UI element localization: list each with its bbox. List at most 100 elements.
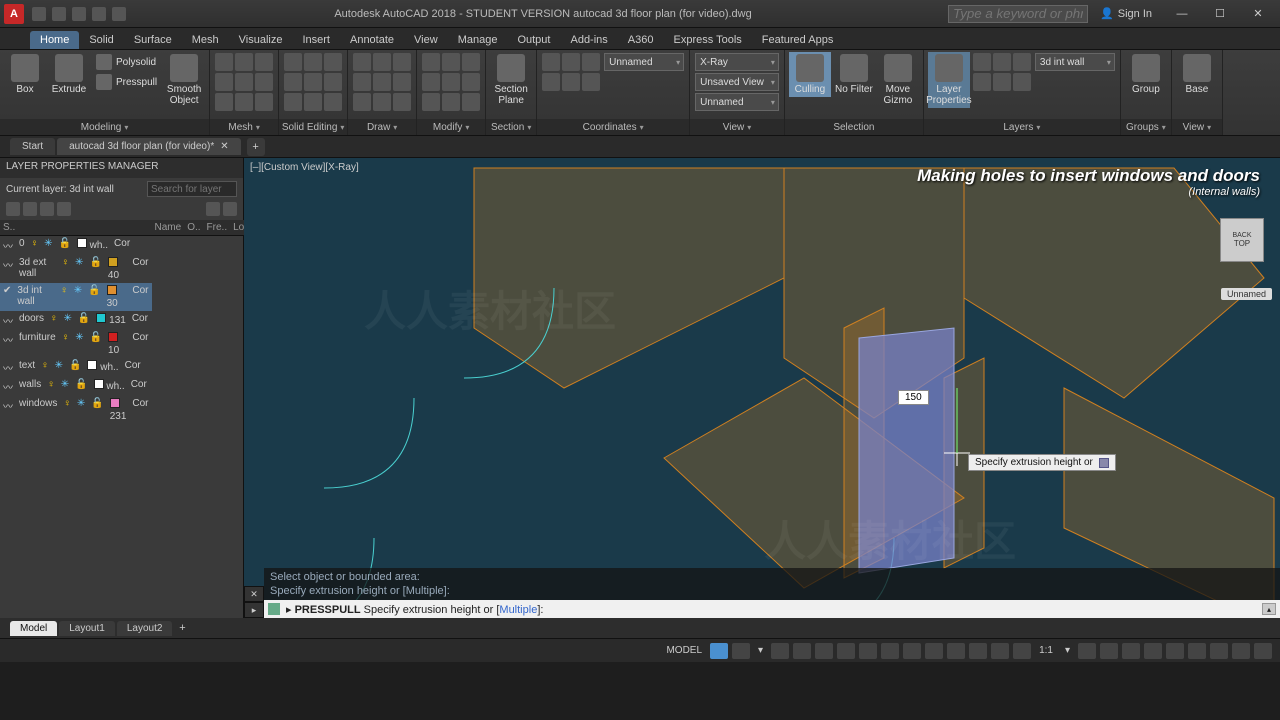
new-doc-button[interactable]: + (247, 138, 265, 156)
tool-icon[interactable] (422, 73, 440, 91)
dropdown-unnamed[interactable]: Unnamed (695, 93, 779, 111)
tool-icon[interactable] (442, 93, 460, 111)
tool-icon[interactable] (215, 53, 233, 71)
layer-row[interactable]: 〰furniture♀✳🔓 10Cor (0, 330, 152, 358)
viewcube[interactable]: BACK TOP (1220, 218, 1264, 262)
status-lwt-icon[interactable] (903, 643, 921, 659)
tool-icon[interactable] (462, 93, 480, 111)
tool-icon[interactable] (973, 53, 991, 71)
tooltip-options-icon[interactable] (1099, 458, 1109, 468)
layer-color[interactable]: wh.. (91, 377, 128, 396)
status-clean-icon[interactable] (1232, 643, 1250, 659)
layer-color[interactable]: wh.. (74, 236, 111, 255)
layer-row[interactable]: 〰text♀✳🔓 wh..Cor (0, 358, 152, 377)
tool-icon[interactable] (973, 73, 991, 91)
layer-on-icon[interactable]: ♀ (47, 311, 61, 330)
extrude-button[interactable]: Extrude (48, 52, 90, 97)
tool-icon[interactable] (284, 73, 302, 91)
layer-lock-icon[interactable]: 🔓 (85, 283, 103, 311)
settings-icon[interactable] (223, 202, 237, 216)
dropdown-unnamed[interactable]: Unnamed (604, 53, 684, 71)
layer-lock-icon[interactable]: 🔓 (55, 236, 73, 255)
smooth-object-button[interactable]: Smooth Object (163, 52, 205, 108)
viewcube-back[interactable]: BACK (1232, 232, 1251, 239)
layer-col-header[interactable]: O.. (184, 220, 203, 236)
layer-freeze-icon[interactable]: ✳ (52, 358, 66, 377)
layer-on-icon[interactable]: ♀ (59, 255, 73, 283)
nav-ucs-label[interactable]: Unnamed (1221, 288, 1272, 300)
tool-icon[interactable] (993, 53, 1011, 71)
layer-color[interactable]: wh.. (84, 358, 121, 377)
ribbon-tab-add-ins[interactable]: Add-ins (560, 31, 617, 49)
qat-open-icon[interactable] (52, 7, 66, 21)
dimension-input[interactable]: 150 (898, 390, 929, 405)
layer-row[interactable]: 〰doors♀✳🔓 131Cor (0, 311, 152, 330)
move-gizmo-button[interactable]: Move Gizmo (877, 52, 919, 108)
panel-expand-icon[interactable] (124, 122, 128, 133)
command-line[interactable]: ▸ PRESSPULL Specify extrusion height or … (264, 600, 1280, 618)
tool-icon[interactable] (304, 73, 322, 91)
tool-icon[interactable] (393, 73, 411, 91)
tool-icon[interactable] (255, 73, 273, 91)
viewcube-top[interactable]: TOP (1234, 239, 1250, 248)
panel-expand-icon[interactable] (747, 122, 751, 133)
layer-linetype[interactable]: Cor (129, 396, 151, 424)
qat-save-icon[interactable] (72, 7, 86, 21)
tool-icon[interactable] (442, 73, 460, 91)
status-lock-icon[interactable] (1166, 643, 1184, 659)
layer-color[interactable]: 30 (104, 283, 130, 311)
panel-expand-icon[interactable] (393, 122, 397, 133)
ribbon-tab-insert[interactable]: Insert (292, 31, 340, 49)
tool-icon[interactable] (255, 53, 273, 71)
ribbon-tab-mesh[interactable]: Mesh (182, 31, 229, 49)
dropdown-x-ray[interactable]: X-Ray (695, 53, 779, 71)
ribbon-tab-a360[interactable]: A360 (618, 31, 664, 49)
layer-on-icon[interactable]: ♀ (44, 377, 58, 396)
cmd-option[interactable]: Multiple (499, 604, 537, 616)
layer-on-icon[interactable]: ♀ (38, 358, 52, 377)
tool-icon[interactable] (542, 53, 560, 71)
qat-redo-icon[interactable] (112, 7, 126, 21)
maximize-button[interactable]: ☐ (1202, 4, 1238, 24)
set-current-icon[interactable] (57, 202, 71, 216)
layer-freeze-icon[interactable]: ✳ (74, 396, 88, 424)
layer-on-icon[interactable]: ♀ (60, 396, 74, 424)
tool-icon[interactable] (582, 53, 600, 71)
status-otrack-icon[interactable] (859, 643, 877, 659)
tool-icon[interactable] (304, 93, 322, 111)
status-scale-label[interactable]: 1:1 (1035, 645, 1057, 656)
help-search-input[interactable] (948, 5, 1088, 23)
layer-linetype[interactable]: Cor (111, 236, 133, 255)
status-dyn-icon[interactable] (881, 643, 899, 659)
layer-on-icon[interactable]: ♀ (28, 236, 42, 255)
presspull-button[interactable]: Presspull (92, 72, 161, 92)
panel-expand-icon[interactable] (256, 122, 260, 133)
box-button[interactable]: Box (4, 52, 46, 97)
group-button[interactable]: Group (1125, 52, 1167, 97)
tool-icon[interactable] (442, 53, 460, 71)
qat-undo-icon[interactable] (92, 7, 106, 21)
tool-icon[interactable] (353, 73, 371, 91)
add-layout-button[interactable]: + (174, 620, 190, 636)
dropdown-unsaved-view[interactable]: Unsaved View (695, 73, 779, 91)
status-3dosnap-icon[interactable] (837, 643, 855, 659)
status-ortho-icon[interactable] (771, 643, 789, 659)
tool-icon[interactable] (562, 53, 580, 71)
status-polar-icon[interactable] (793, 643, 811, 659)
cmd-close-icon[interactable]: ✕ (244, 586, 264, 602)
panel-expand-icon[interactable] (527, 122, 531, 133)
ribbon-tab-annotate[interactable]: Annotate (340, 31, 404, 49)
layer-linetype[interactable]: Cor (122, 358, 144, 377)
delete-layer-icon[interactable] (40, 202, 54, 216)
doc-tab[interactable]: autocad 3d floor plan (for video)*✕ (57, 138, 240, 155)
layer-on-icon[interactable]: ♀ (59, 330, 73, 358)
layer-properties-button[interactable]: Layer Properties (928, 52, 970, 108)
status-custom-icon[interactable] (1254, 643, 1272, 659)
tool-icon[interactable] (324, 53, 342, 71)
layer-search-input[interactable] (147, 181, 237, 197)
status-cycling-icon[interactable] (947, 643, 965, 659)
layout-tab-layout2[interactable]: Layout2 (117, 621, 173, 636)
doc-tab[interactable]: Start (10, 138, 55, 155)
layer-freeze-icon[interactable]: ✳ (71, 283, 85, 311)
layer-linetype[interactable]: Cor (128, 377, 150, 396)
